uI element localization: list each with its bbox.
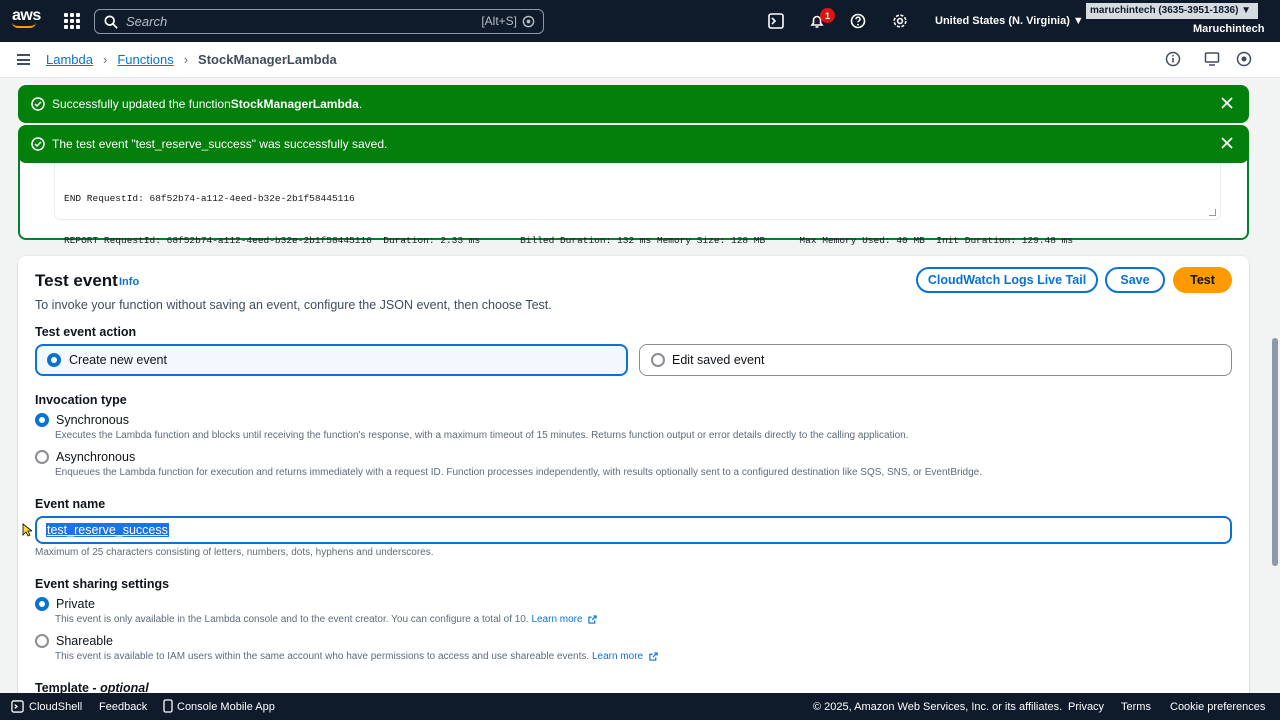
- synchronous-option[interactable]: Synchronous: [35, 413, 129, 427]
- external-link-icon: [588, 615, 598, 624]
- private-option[interactable]: Private: [35, 597, 95, 611]
- account-name: Maruchintech: [1193, 23, 1265, 35]
- invocation-type-label: Invocation type: [35, 393, 127, 407]
- event-name-label: Event name: [35, 497, 106, 511]
- test-event-action-label: Test event action: [35, 325, 137, 339]
- mouse-cursor-icon: [22, 523, 32, 537]
- cloudshell-icon[interactable]: [11, 700, 24, 713]
- option-description: This event is only available in the Lamb…: [55, 614, 598, 625]
- test-event-panel: Test event Info To invoke your function …: [18, 256, 1249, 706]
- panel-title: Test event: [35, 271, 118, 290]
- radio-unselected[interactable]: [651, 353, 665, 367]
- radio-selected[interactable]: [35, 413, 49, 427]
- close-icon[interactable]: [1221, 97, 1233, 109]
- event-name-value: test_reserve_success: [46, 523, 169, 537]
- menu-hamburger-icon[interactable]: [17, 54, 30, 65]
- chevron-right-icon: ›: [102, 52, 108, 67]
- asynchronous-option[interactable]: Asynchronous: [35, 450, 135, 464]
- feedback-circle-icon[interactable]: [1236, 51, 1252, 67]
- aws-logo[interactable]: aws: [12, 8, 42, 34]
- option-description: Executes the Lambda function and blocks …: [55, 430, 909, 441]
- option-label: Synchronous: [56, 413, 129, 427]
- search-icon: [104, 14, 118, 29]
- test-button[interactable]: Test: [1173, 267, 1232, 293]
- radio-selected[interactable]: [47, 353, 61, 367]
- create-new-event-tile[interactable]: Create new event: [35, 344, 628, 376]
- flash-success-saved: The test event "test_reserve_success" wa…: [18, 125, 1249, 163]
- search-shortcut: [Alt+S]: [481, 14, 517, 28]
- breadcrumb-bar: Lambda › Functions › StockManagerLambda: [0, 42, 1280, 78]
- log-line: END RequestId: 68f52b74-a112-4eed-b32e-2…: [64, 193, 355, 204]
- event-name-input[interactable]: test_reserve_success: [35, 516, 1232, 544]
- cookie-preferences-link[interactable]: Cookie preferences: [1170, 701, 1265, 713]
- learn-more-link[interactable]: Learn more: [592, 651, 643, 662]
- tile-label: Edit saved event: [672, 353, 765, 367]
- cloudwatch-live-tail-button[interactable]: CloudWatch Logs Live Tail: [916, 267, 1098, 293]
- shareable-option[interactable]: Shareable: [35, 634, 113, 648]
- learn-more-link[interactable]: Learn more: [531, 614, 582, 625]
- resize-handle[interactable]: [1209, 209, 1216, 216]
- breadcrumb-functions[interactable]: Functions: [117, 52, 173, 67]
- search-placeholder: Search: [126, 14, 168, 29]
- tile-label: Create new event: [69, 353, 167, 367]
- panel-description: To invoke your function without saving a…: [35, 298, 552, 312]
- flash-success-update: Successfully updated the function StockM…: [18, 85, 1249, 123]
- search-clear-icon[interactable]: [522, 15, 535, 28]
- option-description: This event is available to IAM users wit…: [55, 651, 658, 662]
- option-label: Private: [56, 597, 95, 611]
- option-label: Asynchronous: [56, 450, 136, 464]
- edit-saved-event-tile[interactable]: Edit saved event: [639, 344, 1232, 376]
- success-check-icon: [31, 97, 45, 111]
- console-footer: CloudShell Feedback Console Mobile App ©…: [0, 693, 1280, 720]
- success-check-icon: [31, 137, 45, 151]
- log-line: REPORT RequestId: 68f52b74-a112-4eed-b32…: [64, 235, 1074, 246]
- breadcrumb-lambda[interactable]: Lambda: [46, 52, 93, 67]
- flash-function-name: StockManagerLambda: [230, 97, 359, 111]
- feedback-link[interactable]: Feedback: [99, 701, 147, 713]
- event-name-hint: Maximum of 25 characters consisting of l…: [35, 547, 434, 558]
- radio-unselected[interactable]: [35, 450, 49, 464]
- close-icon[interactable]: [1221, 137, 1233, 149]
- radio-selected[interactable]: [35, 597, 49, 611]
- cloudshell-icon[interactable]: [768, 13, 784, 29]
- settings-gear-icon[interactable]: [892, 13, 908, 29]
- radio-unselected[interactable]: [35, 634, 49, 648]
- copyright-text: © 2025, Amazon Web Services, Inc. or its…: [813, 701, 1063, 713]
- breadcrumb-current: StockManagerLambda: [198, 52, 337, 67]
- flash-text-suffix: .: [358, 97, 363, 111]
- option-description-text: This event is only available in the Lamb…: [55, 614, 529, 625]
- mobile-app-icon: [163, 699, 173, 713]
- event-sharing-label: Event sharing settings: [35, 577, 170, 591]
- option-description: Enqueues the Lambda function for executi…: [55, 467, 982, 478]
- chevron-right-icon: ›: [183, 52, 189, 67]
- terms-link[interactable]: Terms: [1121, 701, 1151, 713]
- services-grid-icon[interactable]: [64, 13, 80, 29]
- mobile-app-link[interactable]: Console Mobile App: [177, 701, 275, 713]
- privacy-link[interactable]: Privacy: [1068, 701, 1104, 713]
- help-icon[interactable]: [850, 13, 866, 29]
- log-output: END RequestId: 68f52b74-a112-4eed-b32e-2…: [54, 158, 1221, 246]
- search-input[interactable]: Search [Alt+S]: [94, 9, 544, 34]
- flash-text: Successfully updated the function: [52, 97, 231, 111]
- scrollbar-thumb[interactable]: [1272, 338, 1278, 566]
- aws-logo-text: aws: [12, 7, 41, 24]
- cloudshell-link[interactable]: CloudShell: [29, 701, 82, 713]
- account-menu[interactable]: maruchintech (3635-3951-1836) ▼: [1086, 3, 1258, 19]
- option-description-text: This event is available to IAM users wit…: [55, 651, 590, 662]
- monitor-icon[interactable]: [1204, 51, 1220, 67]
- info-link[interactable]: Info: [119, 276, 139, 288]
- region-selector[interactable]: United States (N. Virginia) ▼: [935, 15, 1084, 27]
- save-button[interactable]: Save: [1105, 267, 1165, 293]
- flash-text: The test event "test_reserve_success" wa…: [52, 137, 388, 151]
- option-label: Shareable: [56, 634, 113, 648]
- breadcrumb: Lambda › Functions › StockManagerLambda: [46, 52, 337, 67]
- top-navigation: aws Search [Alt+S] 1 United States (N. V…: [0, 0, 1280, 42]
- external-link-icon: [649, 652, 658, 661]
- info-icon[interactable]: [1165, 51, 1181, 67]
- notifications-badge: 1: [820, 8, 835, 23]
